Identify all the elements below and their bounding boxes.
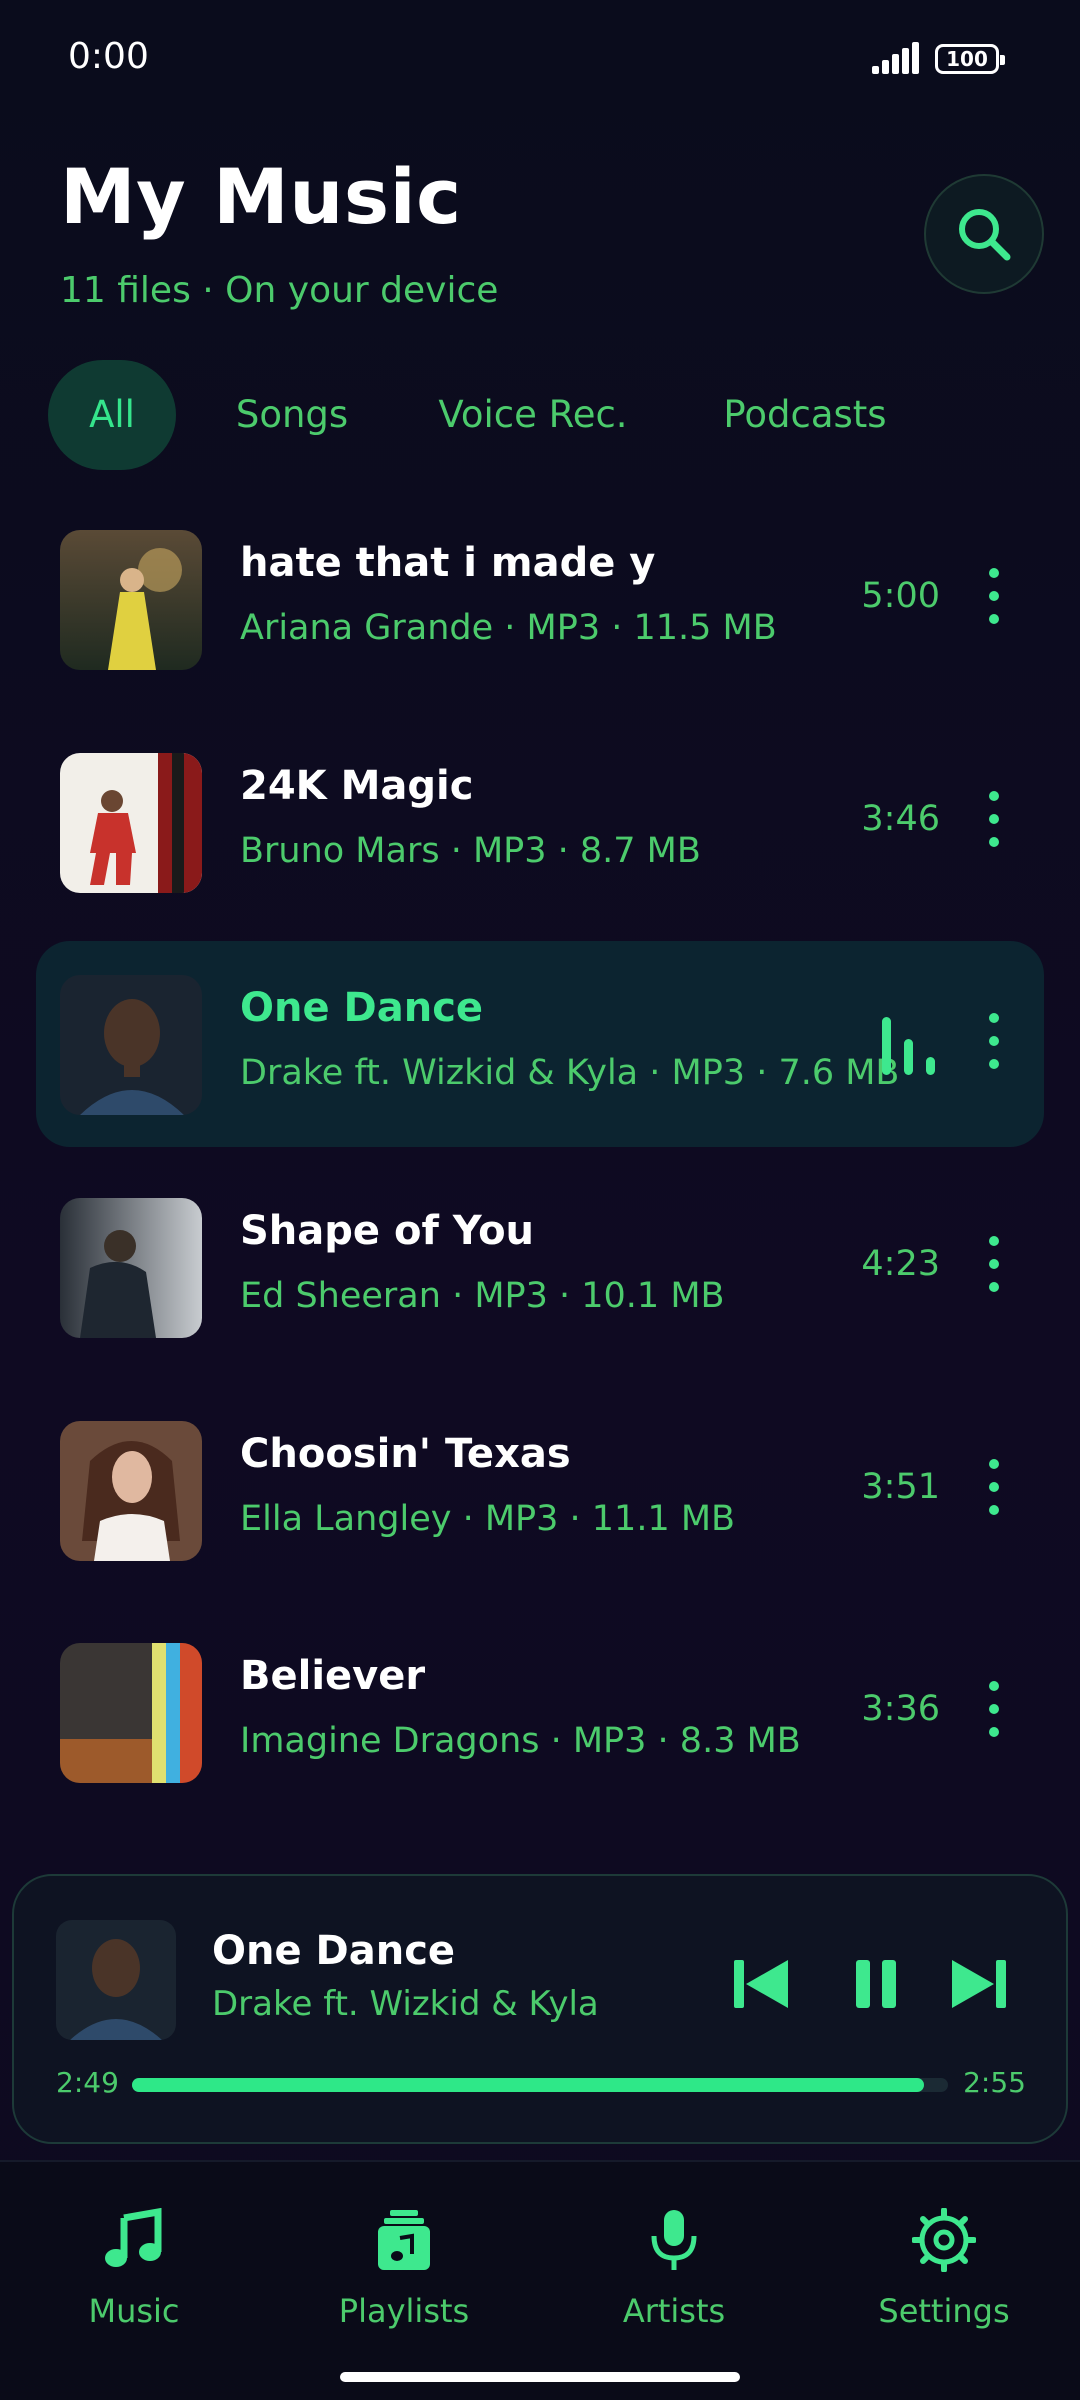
nav-music[interactable]: Music bbox=[24, 2202, 244, 2342]
tab-podcasts[interactable]: Podcasts bbox=[700, 360, 910, 470]
progress-fill bbox=[132, 2078, 924, 2092]
track-duration: 3:51 bbox=[861, 1467, 940, 1507]
total-time: 2:55 bbox=[963, 2066, 1026, 2099]
page-title: My Music bbox=[60, 152, 462, 241]
more-options-icon[interactable] bbox=[980, 789, 1008, 849]
track-title: Choosin' Texas bbox=[240, 1431, 571, 1477]
gear-icon bbox=[912, 2208, 976, 2272]
nav-label: Artists bbox=[622, 2292, 726, 2330]
track-title: One Dance bbox=[240, 985, 484, 1031]
filter-tabs: All Songs Voice Rec. Podcasts bbox=[48, 360, 1048, 470]
track-title: Shape of You bbox=[240, 1208, 535, 1254]
track-title: Believer bbox=[240, 1653, 426, 1699]
more-options-icon[interactable] bbox=[980, 1679, 1008, 1739]
playlist-icon bbox=[378, 2210, 430, 2270]
battery-icon: 100 bbox=[935, 44, 1005, 74]
track-duration: 5:00 bbox=[861, 576, 940, 616]
next-button[interactable] bbox=[944, 1948, 1016, 2020]
pause-icon bbox=[856, 1960, 896, 2008]
progress-bar[interactable] bbox=[132, 2078, 948, 2092]
nav-label: Settings bbox=[878, 2292, 1010, 2330]
track-meta: Bruno Mars · MP3 · 8.7 MB bbox=[240, 831, 701, 871]
signal-icon bbox=[872, 42, 920, 74]
album-art bbox=[60, 1643, 202, 1783]
previous-button[interactable] bbox=[724, 1948, 796, 2020]
album-art bbox=[60, 1198, 202, 1338]
more-options-icon[interactable] bbox=[980, 1011, 1008, 1071]
pause-button[interactable] bbox=[840, 1948, 912, 2020]
music-library-screen: 0:00 100 My Music 11 files · On your dev… bbox=[0, 0, 1080, 2400]
album-art bbox=[60, 530, 202, 670]
now-playing-equalizer-icon bbox=[882, 1015, 946, 1075]
track-row[interactable]: hate that i made y Ariana Grande · MP3 ·… bbox=[36, 496, 1044, 702]
track-meta: Ariana Grande · MP3 · 11.5 MB bbox=[240, 608, 777, 648]
now-playing-album-art bbox=[56, 1920, 176, 2040]
now-playing-artist: Drake ft. Wizkid & Kyla bbox=[212, 1984, 599, 2024]
tab-all[interactable]: All bbox=[48, 360, 176, 470]
track-meta: Drake ft. Wizkid & Kyla · MP3 · 7.6 MB bbox=[240, 1053, 900, 1093]
status-time: 0:00 bbox=[68, 36, 149, 77]
album-art bbox=[60, 1421, 202, 1561]
track-meta: Ed Sheeran · MP3 · 10.1 MB bbox=[240, 1276, 725, 1316]
search-button[interactable] bbox=[924, 174, 1044, 294]
skip-next-icon bbox=[952, 1960, 1006, 2008]
track-meta: Ella Langley · MP3 · 11.1 MB bbox=[240, 1499, 736, 1539]
more-options-icon[interactable] bbox=[980, 1234, 1008, 1294]
track-row[interactable]: Choosin' Texas Ella Langley · MP3 · 11.1… bbox=[36, 1387, 1044, 1593]
more-options-icon[interactable] bbox=[980, 566, 1008, 626]
search-icon bbox=[959, 209, 1011, 261]
home-indicator bbox=[340, 2372, 740, 2382]
tab-songs[interactable]: Songs bbox=[208, 360, 376, 470]
now-playing-bar[interactable]: One Dance Drake ft. Wizkid & Kyla 2:49 2… bbox=[12, 1874, 1068, 2144]
nav-playlists[interactable]: Playlists bbox=[294, 2202, 514, 2342]
track-duration: 3:36 bbox=[861, 1689, 940, 1729]
track-duration: 3:46 bbox=[861, 799, 940, 839]
track-row-playing[interactable]: One Dance Drake ft. Wizkid & Kyla · MP3 … bbox=[36, 941, 1044, 1147]
nav-artists[interactable]: Artists bbox=[564, 2202, 784, 2342]
bottom-navigation: Music Playlists Artists Settings bbox=[0, 2160, 1080, 2400]
track-meta: Imagine Dragons · MP3 · 8.3 MB bbox=[240, 1721, 801, 1761]
more-options-icon[interactable] bbox=[980, 1457, 1008, 1517]
track-title: 24K Magic bbox=[240, 763, 474, 809]
current-time: 2:49 bbox=[56, 2066, 119, 2099]
nav-label: Music bbox=[88, 2292, 180, 2330]
status-bar: 0:00 100 bbox=[0, 0, 1080, 120]
track-row[interactable]: Shape of You Ed Sheeran · MP3 · 10.1 MB … bbox=[36, 1164, 1044, 1370]
skip-previous-icon bbox=[734, 1960, 788, 2008]
track-duration: 4:23 bbox=[861, 1244, 940, 1284]
track-row[interactable]: Believer Imagine Dragons · MP3 · 8.3 MB … bbox=[36, 1609, 1044, 1815]
album-art bbox=[60, 975, 202, 1115]
tab-voice-rec[interactable]: Voice Rec. bbox=[428, 360, 638, 470]
microphone-icon bbox=[651, 2210, 697, 2270]
page-subtitle: 11 files · On your device bbox=[60, 270, 499, 311]
album-art bbox=[60, 753, 202, 893]
now-playing-title: One Dance bbox=[212, 1928, 456, 1974]
nav-settings[interactable]: Settings bbox=[834, 2202, 1054, 2342]
track-title: hate that i made y bbox=[240, 540, 656, 586]
track-row[interactable]: 24K Magic Bruno Mars · MP3 · 8.7 MB 3:46 bbox=[36, 719, 1044, 925]
music-note-icon bbox=[105, 2208, 162, 2267]
nav-label: Playlists bbox=[338, 2292, 470, 2330]
